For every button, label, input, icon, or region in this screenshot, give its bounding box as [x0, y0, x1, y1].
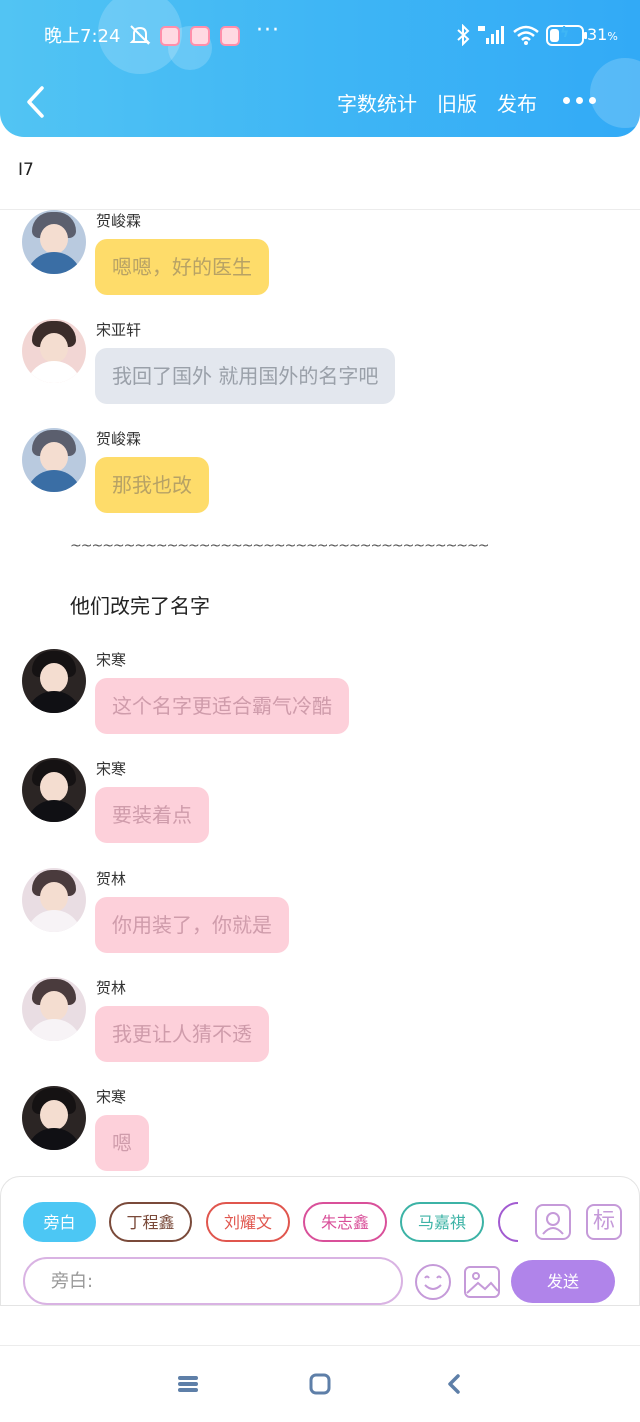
chat-message[interactable]: 宋亚轩 我回了国外 就用国外的名字吧: [0, 319, 640, 419]
message-sender: 贺林: [96, 979, 127, 997]
message-bubble[interactable]: 我更让人猜不透: [95, 1006, 269, 1062]
avatar[interactable]: [22, 758, 86, 822]
avatar-body: [26, 252, 82, 274]
avatar-face: [40, 333, 68, 363]
message-sender: 贺林: [96, 870, 127, 888]
battery-percent-unit: %: [607, 30, 618, 43]
character-chip[interactable]: 刘耀文: [206, 1202, 290, 1242]
avatar-face: [40, 772, 68, 802]
message-sender: 宋亚轩: [96, 321, 142, 339]
narration-text[interactable]: 他们改完了名字: [70, 590, 210, 619]
status-time: 晚上7:24: [44, 26, 121, 47]
chat-message[interactable]: 宋寒 嗯: [0, 1086, 640, 1176]
avatar[interactable]: [22, 1086, 86, 1150]
chat-message[interactable]: 贺林 我更让人猜不透: [0, 977, 640, 1077]
character-chip[interactable]: 丁程鑫: [109, 1202, 192, 1242]
wifi-icon: [513, 25, 539, 45]
battery-percent-value: 31: [587, 25, 608, 44]
dot: [576, 97, 583, 104]
avatar-body: [26, 361, 82, 383]
avatar[interactable]: [22, 649, 86, 713]
avatar-body: [26, 470, 82, 492]
message-bubble[interactable]: 我回了国外 就用国外的名字吧: [95, 348, 396, 404]
message-bubble[interactable]: 嗯: [95, 1115, 149, 1171]
chat-message[interactable]: 宋寒 要装着点: [0, 758, 640, 858]
app-notification-icon: [220, 26, 240, 46]
avatar-face: [40, 1100, 68, 1130]
story-title[interactable]: I7: [18, 160, 34, 180]
avatar-body: [26, 910, 82, 932]
avatar-face: [40, 442, 68, 472]
story-title-row: I7: [0, 138, 640, 210]
avatar[interactable]: [22, 319, 86, 383]
message-bubble[interactable]: 那我也改: [95, 457, 209, 513]
emoji-icon[interactable]: [414, 1263, 452, 1301]
avatar-face: [40, 882, 68, 912]
person-card-glyph: [542, 1212, 564, 1235]
message-bubble[interactable]: 嗯嗯，好的医生: [95, 239, 269, 295]
tag-button[interactable]: 标: [586, 1204, 622, 1240]
word-count-button[interactable]: 字数统计: [337, 88, 417, 117]
battery-percent: 31%: [587, 25, 618, 44]
back-chevron-icon[interactable]: [20, 84, 52, 120]
avatar[interactable]: [22, 977, 86, 1041]
app-notification-icon: [190, 26, 210, 46]
app-notification-icon: [160, 26, 180, 46]
character-chip-narrator[interactable]: 旁白: [23, 1202, 96, 1242]
avatar[interactable]: [22, 428, 86, 492]
character-chip-partial[interactable]: [498, 1202, 518, 1242]
app-header: 晚上7:24 ··· ϟ 31% 字数统计 旧版 发布: [0, 0, 640, 137]
old-version-button[interactable]: 旧版: [437, 88, 477, 117]
status-bar: 晚上7:24 ··· ϟ 31%: [0, 18, 640, 52]
avatar-body: [26, 691, 82, 713]
status-overflow-dots: ···: [256, 18, 280, 43]
narration-divider: ~~~~~~~~~~~~~~~~~~~~~~~~~~~~~~~~~~~~~~~: [70, 538, 489, 554]
chip-edge: [498, 1202, 518, 1242]
chat-message[interactable]: 贺峻霖 那我也改: [0, 428, 640, 528]
avatar-face: [40, 663, 68, 693]
avatar[interactable]: [22, 868, 86, 932]
character-chip[interactable]: 马嘉祺: [400, 1202, 484, 1242]
home-icon[interactable]: [306, 1370, 334, 1398]
message-sender: 贺峻霖: [96, 430, 142, 448]
battery-level: [550, 29, 559, 42]
charging-bolt-icon: ϟ: [560, 25, 570, 41]
message-sender: 宋寒: [96, 760, 127, 778]
compose-panel: 旁白 丁程鑫 刘耀文 朱志鑫 马嘉祺 标 发送: [0, 1176, 640, 1306]
chat-message[interactable]: 宋寒 这个名字更适合霸气冷酷: [0, 649, 640, 749]
message-bubble[interactable]: 要装着点: [95, 787, 209, 843]
more-dots-icon[interactable]: [561, 88, 601, 112]
chat-message[interactable]: 贺林 你用装了，你就是: [0, 868, 640, 968]
bluetooth-icon: [457, 24, 470, 46]
message-sender: 贺峻霖: [96, 212, 142, 230]
dot: [589, 97, 596, 104]
image-icon[interactable]: [463, 1263, 501, 1301]
nav-bar: 字数统计 旧版 发布: [0, 80, 640, 124]
battery-icon: ϟ: [546, 25, 587, 46]
hd-signal-icon: [478, 26, 504, 44]
avatar[interactable]: [22, 210, 86, 274]
message-input[interactable]: [23, 1257, 403, 1305]
message-sender: 宋寒: [96, 651, 127, 669]
message-bubble[interactable]: 这个名字更适合霸气冷酷: [95, 678, 349, 734]
back-icon[interactable]: [440, 1370, 468, 1398]
dot: [563, 97, 570, 104]
system-navigation-bar: [0, 1345, 640, 1422]
menu-icon[interactable]: [174, 1370, 202, 1398]
message-sender: 宋寒: [96, 1088, 127, 1106]
message-bubble[interactable]: 你用装了，你就是: [95, 897, 289, 953]
send-button[interactable]: 发送: [511, 1260, 615, 1303]
person-card-icon[interactable]: [535, 1204, 571, 1240]
mute-icon: [129, 25, 151, 45]
character-chip[interactable]: 朱志鑫: [303, 1202, 387, 1242]
avatar-face: [40, 224, 68, 254]
chat-list[interactable]: 贺峻霖 嗯嗯，好的医生 宋亚轩 我回了国外 就用国外的名字吧 贺峻霖 那我也改 …: [0, 210, 640, 1176]
avatar-body: [26, 1128, 82, 1150]
avatar-body: [26, 800, 82, 822]
avatar-face: [40, 991, 68, 1021]
chat-message[interactable]: 贺峻霖 嗯嗯，好的医生: [0, 210, 640, 310]
avatar-body: [26, 1019, 82, 1041]
publish-button[interactable]: 发布: [497, 88, 537, 117]
